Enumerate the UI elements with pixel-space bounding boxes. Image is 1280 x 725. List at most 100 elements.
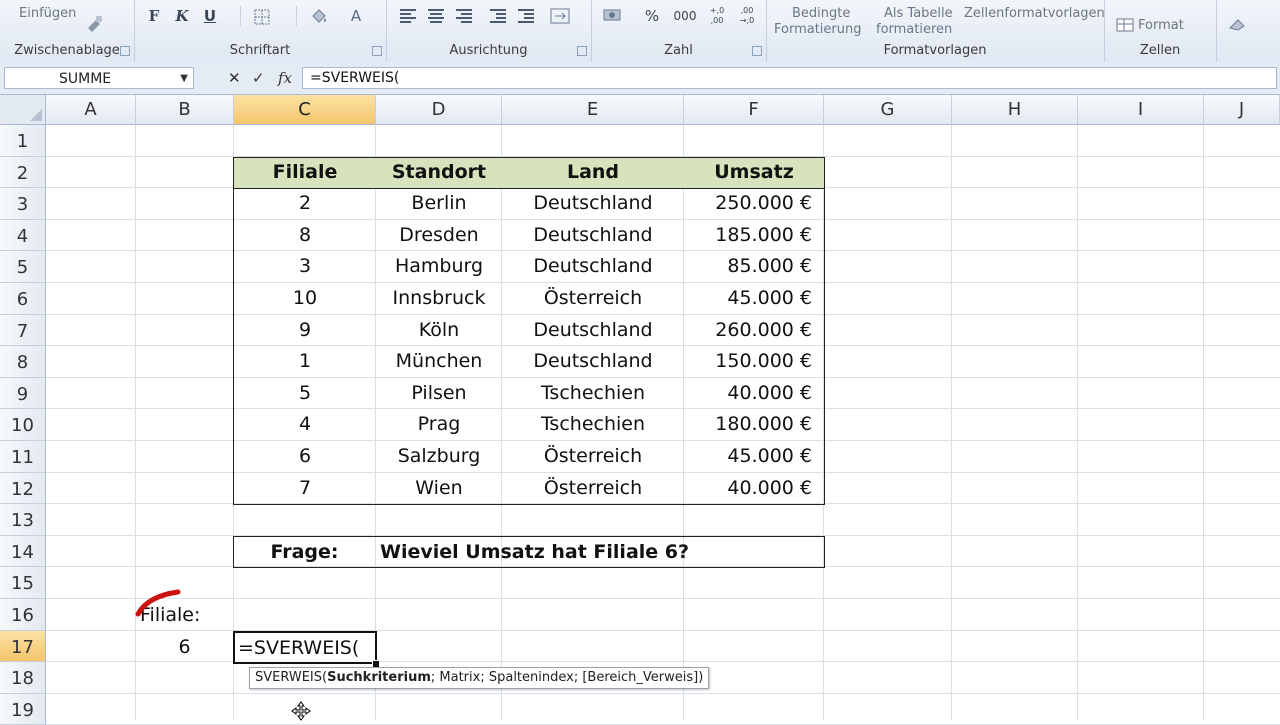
align-center-icon[interactable] bbox=[428, 9, 444, 23]
annotation-mark-icon bbox=[135, 589, 181, 617]
separator bbox=[296, 6, 297, 26]
format-as-table-button[interactable]: Als Tabelle bbox=[884, 6, 953, 21]
gridline bbox=[135, 125, 136, 720]
question-text[interactable]: Wieviel Umsatz hat Filiale 6? bbox=[380, 537, 820, 568]
align-right-icon[interactable] bbox=[456, 9, 472, 23]
worksheet-grid[interactable]: ABCDEFGHIJ 1 2 3 4 5 6 7 8 9 10 11 12 13 14 15 16 17 18 19… bbox=[0, 95, 1280, 725]
group-number: % 000 +,0 ,00 ,00 →,0 Zahl bbox=[591, 0, 767, 62]
group-label-alignment: Ausrichtung bbox=[449, 43, 528, 58]
row-header-1[interactable]: 1 bbox=[0, 125, 46, 157]
format-painter-icon[interactable] bbox=[84, 14, 104, 34]
row-header-15[interactable]: 15 bbox=[0, 567, 46, 599]
dialog-launcher-icon[interactable] bbox=[577, 46, 587, 56]
underline-button[interactable]: U bbox=[202, 6, 218, 26]
row-number: 18 bbox=[11, 668, 34, 690]
row-number: 17 bbox=[11, 636, 34, 658]
currency-format-icon[interactable] bbox=[603, 7, 625, 25]
row-header-13[interactable]: 13 bbox=[0, 504, 46, 536]
lookup-value[interactable]: 6 bbox=[136, 632, 233, 663]
table-header-divider bbox=[233, 188, 825, 189]
formula-input[interactable]: =SVERWEIS( bbox=[302, 67, 1277, 89]
tooltip-arguments: ; Matrix; Spaltenindex; [Bereich_Verweis… bbox=[430, 670, 704, 685]
italic-button[interactable]: K bbox=[174, 6, 190, 26]
format-button[interactable]: Format bbox=[1138, 18, 1184, 33]
fill-color-icon[interactable] bbox=[310, 7, 328, 25]
dialog-launcher-icon[interactable] bbox=[372, 46, 382, 56]
border-icon[interactable] bbox=[254, 9, 270, 25]
cell-styles-button[interactable]: Zellenformatvorlagen bbox=[964, 6, 1105, 21]
font-color-button[interactable]: A bbox=[348, 6, 364, 26]
group-clipboard: Einfügen Zwischenablage bbox=[0, 0, 135, 62]
row-header-12[interactable]: 12 bbox=[0, 472, 46, 505]
paste-button[interactable]: Einfügen bbox=[19, 6, 76, 21]
column-header-j[interactable]: J bbox=[1204, 95, 1280, 125]
column-header-h[interactable]: H bbox=[952, 95, 1078, 125]
dialog-launcher-icon[interactable] bbox=[752, 46, 762, 56]
indent-increase-icon[interactable] bbox=[518, 9, 534, 23]
select-all-button[interactable] bbox=[0, 95, 46, 125]
row-header-4[interactable]: 4 bbox=[0, 219, 46, 252]
row-header-19[interactable]: 19 bbox=[0, 693, 46, 725]
column-header-f[interactable]: F bbox=[684, 95, 824, 125]
row-header-3[interactable]: 3 bbox=[0, 188, 46, 220]
row-number: 14 bbox=[11, 541, 34, 563]
format-cells-icon[interactable] bbox=[1116, 18, 1134, 32]
tooltip-current-argument[interactable]: Suchkriterium bbox=[327, 670, 431, 685]
row-header-11[interactable]: 11 bbox=[0, 441, 46, 473]
question-label[interactable]: Frage: bbox=[234, 537, 375, 568]
active-cell[interactable]: =SVERWEIS( bbox=[233, 631, 377, 664]
row-header-17[interactable]: 17 bbox=[0, 630, 46, 663]
group-label-font: Schriftart bbox=[229, 43, 291, 58]
active-cell-content: =SVERWEIS( bbox=[238, 637, 360, 659]
row-header-10[interactable]: 10 bbox=[0, 409, 46, 441]
formula-bar: SUMME ▼ ✕ ✓ fx =SVERWEIS( bbox=[0, 62, 1280, 95]
group-styles: Bedingte Formatierung Als Tabelle format… bbox=[766, 0, 1105, 62]
column-header-g[interactable]: G bbox=[824, 95, 952, 125]
column-header-i[interactable]: I bbox=[1078, 95, 1204, 125]
column-header-d[interactable]: D bbox=[376, 95, 502, 125]
row-header-5[interactable]: 5 bbox=[0, 251, 46, 283]
column-header-e[interactable]: E bbox=[502, 95, 684, 125]
row-number: 11 bbox=[11, 447, 34, 468]
bold-button[interactable]: F bbox=[146, 6, 162, 26]
group-label-number: Zahl bbox=[664, 43, 693, 58]
column-header-c[interactable]: C bbox=[234, 95, 376, 125]
insert-function-icon[interactable]: fx bbox=[278, 67, 292, 89]
group-alignment: Ausrichtung bbox=[386, 0, 592, 62]
row-header-14[interactable]: 14 bbox=[0, 535, 46, 568]
row-number: 8 bbox=[16, 352, 29, 374]
cancel-icon[interactable]: ✕ bbox=[228, 67, 241, 89]
indent-decrease-icon[interactable] bbox=[490, 9, 506, 23]
column-header-a[interactable]: A bbox=[46, 95, 136, 125]
row-number: 5 bbox=[16, 257, 29, 279]
separator bbox=[240, 6, 241, 26]
percent-button[interactable]: % bbox=[643, 6, 661, 26]
row-number: 7 bbox=[16, 320, 29, 342]
row-header-2[interactable]: 2 bbox=[0, 156, 46, 189]
column-header-b[interactable]: B bbox=[136, 95, 234, 125]
ribbon: Einfügen Zwischenablage F K U A Schrifta… bbox=[0, 0, 1280, 63]
row-header-18[interactable]: 18 bbox=[0, 662, 46, 694]
increase-decimal-button[interactable]: +,0 ,00 bbox=[703, 6, 731, 26]
align-left-icon[interactable] bbox=[400, 9, 416, 23]
name-box[interactable]: SUMME ▼ bbox=[4, 67, 194, 89]
chevron-down-icon[interactable]: ▼ bbox=[180, 68, 188, 90]
row-header-7[interactable]: 7 bbox=[0, 314, 46, 347]
row-header-8[interactable]: 8 bbox=[0, 346, 46, 378]
decrease-decimal-button[interactable]: ,00 →,0 bbox=[733, 6, 761, 26]
eraser-icon[interactable] bbox=[1228, 16, 1252, 32]
name-box-value: SUMME bbox=[59, 71, 112, 87]
row-number: 10 bbox=[11, 415, 34, 437]
row-header-6[interactable]: 6 bbox=[0, 283, 46, 315]
merge-cells-icon[interactable] bbox=[550, 8, 570, 24]
row-number: 16 bbox=[11, 605, 34, 626]
row-header-16[interactable]: 16 bbox=[0, 599, 46, 631]
row-header-9[interactable]: 9 bbox=[0, 377, 46, 410]
tooltip-function-name[interactable]: SVERWEIS( bbox=[255, 670, 327, 685]
conditional-formatting-button[interactable]: Bedingte bbox=[792, 6, 850, 21]
gridline bbox=[951, 125, 952, 720]
dialog-launcher-icon[interactable] bbox=[120, 46, 130, 56]
thousands-separator-button[interactable]: 000 bbox=[671, 6, 699, 26]
enter-icon[interactable]: ✓ bbox=[252, 67, 265, 89]
row-number: 4 bbox=[16, 225, 29, 247]
